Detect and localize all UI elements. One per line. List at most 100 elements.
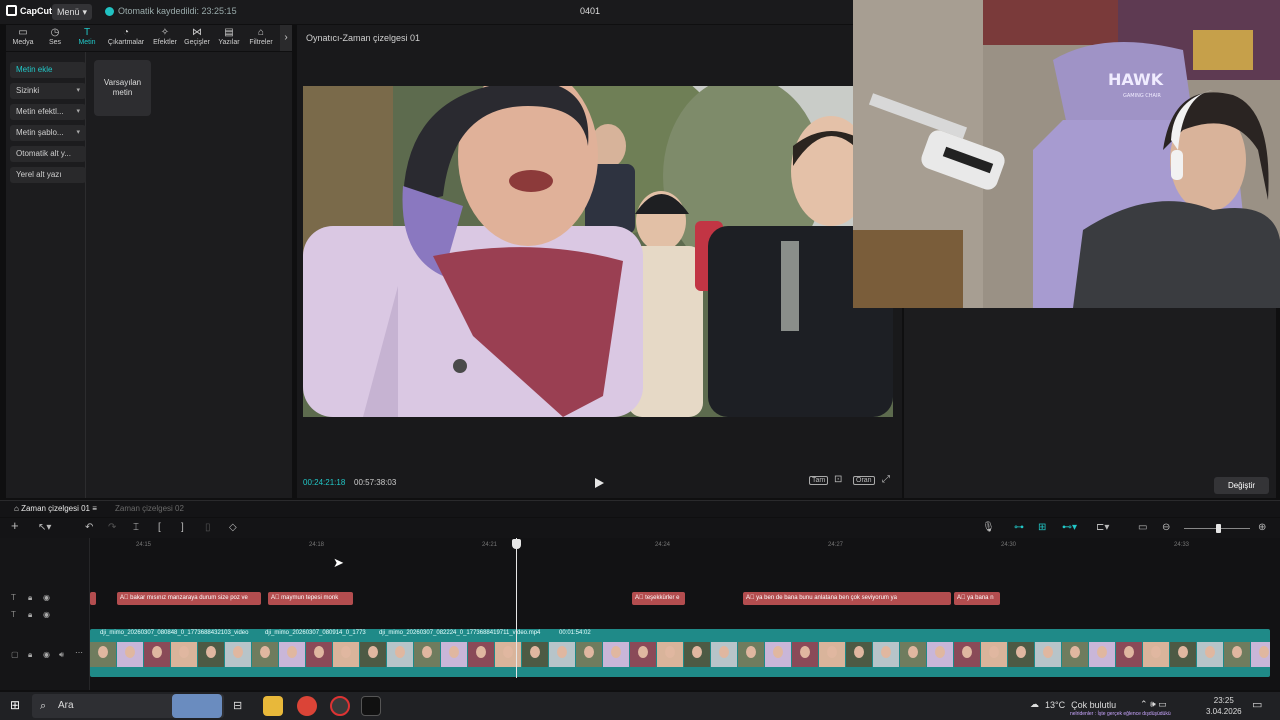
subtitle-clip[interactable]: A⃞ ya bana n: [954, 592, 1000, 605]
subtitle-clip[interactable]: A⃞ ya ben de bana bunu anlatana ben çok …: [743, 592, 951, 605]
project-title: 0401: [580, 6, 601, 16]
preview-axis-icon[interactable]: ⊏▾: [1096, 522, 1109, 534]
thumbnail-face: [584, 646, 594, 658]
timeline-area[interactable]: T 🔒︎ ◉ T 🔒︎ ◉ ▢ 🔒︎ ◉ 🔊︎ ⋯ 24:15 24:18 24…: [0, 538, 1280, 690]
toolbar-more-button[interactable]: ›: [280, 25, 292, 51]
redo-icon[interactable]: ↷: [108, 522, 116, 534]
screenshot-icon[interactable]: ⊡: [834, 474, 842, 485]
tab-timeline-02[interactable]: Zaman çizelgesi 02: [115, 504, 184, 513]
video-clip-label: dji_mimo_20260307_080848_0_1773688432103…: [100, 630, 249, 636]
weather-widget[interactable]: ☁ 13°C Çok bulutlu: [1030, 699, 1116, 710]
add-icon[interactable]: +: [11, 519, 19, 532]
webcam-image: HAWK GAMING CHAIR: [853, 0, 1280, 308]
webcam-overlay: HAWK GAMING CHAIR: [853, 0, 1280, 308]
thumbnail-face: [962, 646, 972, 658]
change-button[interactable]: Değiştir: [1214, 477, 1269, 494]
side-item-text-templates[interactable]: Metin şablo... ▾: [10, 125, 86, 141]
zoom-slider-handle[interactable]: [1216, 524, 1221, 533]
thumbnail-face: [773, 646, 783, 658]
file-explorer-icon[interactable]: [263, 696, 283, 716]
fullscreen-icon[interactable]: ⤢: [882, 474, 890, 485]
lock-icon[interactable]: 🔒︎: [28, 650, 32, 660]
side-item-auto-captions[interactable]: Otomatik alt y...: [10, 146, 86, 162]
auto-snap-icon[interactable]: ⊷▾: [1062, 522, 1077, 534]
tab-transitions[interactable]: ⋈ Geçişler: [180, 25, 214, 51]
thumbnail-face: [638, 646, 648, 658]
playhead[interactable]: [516, 538, 517, 678]
task-view-icon[interactable]: ⊟: [233, 699, 242, 712]
text-panel: Metin ekle Sizinki ▾ Metin efektl... ▾ Met…: [6, 52, 292, 498]
trim-left-icon[interactable]: [: [158, 522, 161, 534]
aspect-ratio-button[interactable]: Oran: [853, 476, 875, 485]
menu-button[interactable]: Menü ▾: [52, 4, 93, 20]
thumbnail-face: [341, 646, 351, 658]
side-item-local-captions[interactable]: Yerel alt yazı: [10, 167, 86, 183]
select-tool-icon[interactable]: ↖▾: [38, 522, 51, 534]
mouse-cursor-icon: ➤: [333, 555, 344, 570]
subtitle-clip[interactable]: A⃞ teşekkürler e: [632, 592, 685, 605]
side-item-yours[interactable]: Sizinki ▾: [10, 83, 86, 99]
magnet-icon[interactable]: ⊞: [1038, 522, 1046, 534]
subtitle-clip[interactable]: [90, 592, 96, 605]
tab-effects[interactable]: ✧ Efektler: [148, 25, 182, 51]
tab-captions[interactable]: ▤ Yazılar: [212, 25, 246, 51]
clip-thumbnails: [90, 642, 1270, 667]
zoom-out-icon[interactable]: ⊖: [1162, 522, 1170, 534]
caption-track-icon[interactable]: ▭: [1138, 522, 1147, 534]
side-item-text-effects[interactable]: Metin efektl... ▾: [10, 104, 86, 120]
eye-icon[interactable]: ◉: [43, 610, 50, 619]
subtitle-clip[interactable]: A⃞ maymun tepesi monk: [268, 592, 353, 605]
notification-icon[interactable]: ▭: [1252, 698, 1262, 711]
zoom-in-icon[interactable]: ⊕: [1258, 522, 1266, 534]
tab-audio[interactable]: ◷ Ses: [38, 25, 72, 51]
obs-icon[interactable]: [330, 696, 350, 716]
lock-icon[interactable]: 🔒︎: [28, 593, 32, 603]
trim-right-icon[interactable]: ]: [181, 522, 184, 534]
text-clip-icon: A⃞: [271, 595, 282, 601]
playhead-handle[interactable]: [512, 539, 521, 549]
quality-button[interactable]: Tam: [809, 476, 829, 485]
cover-icon[interactable]: ▢: [11, 650, 19, 659]
windows-start-icon[interactable]: ⊞: [10, 698, 20, 712]
side-item-add-text[interactable]: Metin ekle: [10, 62, 86, 78]
more-icon[interactable]: ⋯: [75, 648, 83, 657]
default-text-card[interactable]: Varsayılan metin: [94, 60, 151, 116]
effects-icon: ✧: [160, 27, 170, 38]
split-icon[interactable]: ⌶: [133, 522, 139, 534]
transition-icon: ⋈: [192, 27, 202, 38]
tab-timeline-01[interactable]: ⌂ Zaman çizelgesi 01 ≡: [14, 504, 97, 513]
play-button[interactable]: [593, 476, 605, 488]
subtitle-clip[interactable]: A⃞ bakar mısınız manzaraya durum size po…: [117, 592, 261, 605]
text-clip-icon: A⃞: [635, 595, 646, 601]
thumbnail-face: [854, 646, 864, 658]
capcut-taskbar-icon[interactable]: [361, 696, 381, 716]
lock-icon[interactable]: 🔒︎: [28, 610, 32, 620]
marker-icon[interactable]: ◇: [229, 522, 237, 534]
chrome-icon[interactable]: [297, 696, 317, 716]
search-highlight-image: [172, 694, 222, 718]
speaker-icon[interactable]: 🔊︎: [59, 650, 64, 660]
delete-icon[interactable]: ▯: [205, 522, 211, 534]
video-preview[interactable]: [303, 86, 893, 417]
ruler-label: 24:21: [482, 542, 498, 548]
app-logo: CapCut: [6, 5, 52, 16]
chevron-down-icon: ▾: [76, 87, 80, 94]
tray-icons[interactable]: ⌃ 🕪︎ ▭: [1140, 699, 1167, 710]
chair-logo: HAWK: [1108, 70, 1164, 89]
filter-icon: ⌂: [257, 27, 265, 38]
video-track[interactable]: dji_mimo_20260307_080848_0_1773688432103…: [90, 629, 1270, 677]
eye-icon[interactable]: ◉: [43, 593, 50, 602]
tab-stickers[interactable]: ◔ Çıkartmalar: [106, 25, 146, 51]
thumbnail-face: [746, 646, 756, 658]
eye-icon[interactable]: ◉: [43, 650, 50, 659]
link-icon[interactable]: ⊶: [1014, 522, 1024, 534]
player-title: Oynatıcı-Zaman çizelgesi 01: [306, 33, 421, 43]
undo-icon[interactable]: ↶: [85, 522, 93, 534]
clock[interactable]: 23:25 3.04.2026: [1206, 695, 1242, 717]
tab-filters[interactable]: ⌂ Filtreler: [244, 25, 278, 51]
asset-toolbar: ▭ Medya ◷ Ses T Metin ◔ Çıkartmalar ✧ Efektle…: [6, 25, 292, 51]
tab-text[interactable]: T Metin: [70, 25, 104, 51]
tab-media[interactable]: ▭ Medya: [6, 25, 40, 51]
thumbnail-face: [989, 646, 999, 658]
microphone-icon[interactable]: 🎙: [982, 522, 995, 534]
